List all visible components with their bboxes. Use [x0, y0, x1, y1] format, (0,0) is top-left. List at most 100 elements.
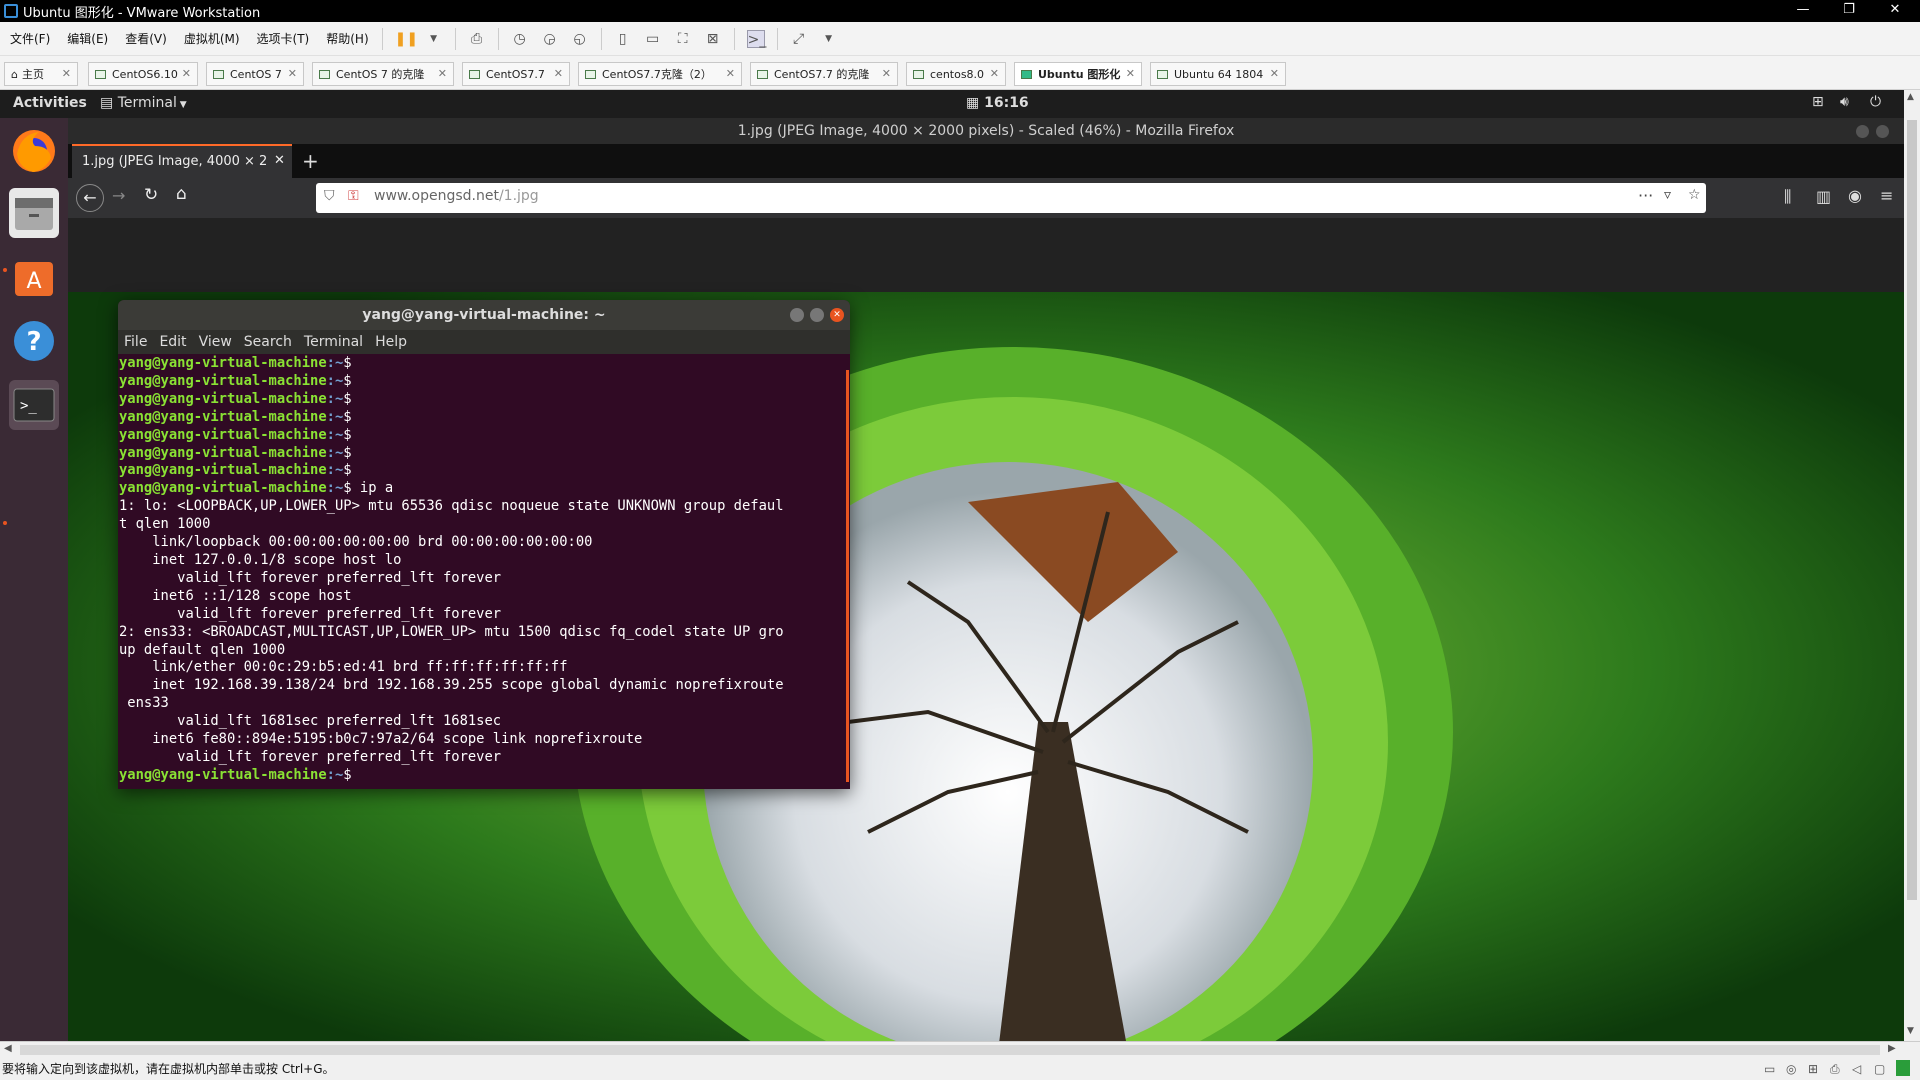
firefox-tab[interactable]: 1.jpg (JPEG Image, 4000 × 2 ✕ — [72, 144, 292, 178]
tab-vm-centos77[interactable]: CentOS7.7 ✕ — [462, 62, 570, 86]
bookmark-star-icon[interactable]: ☆ — [1688, 187, 1701, 203]
terminal-menu-file[interactable]: File — [124, 334, 147, 350]
sidebar-icon[interactable]: ▥ — [1816, 187, 1831, 206]
revert-snapshot-icon[interactable]: ◶ — [541, 30, 559, 48]
fullscreen-icon[interactable]: ⛶ — [674, 30, 692, 48]
prompt-path: :~ — [326, 355, 344, 371]
dropdown-arrow-icon[interactable]: ▼ — [820, 30, 838, 48]
scroll-left-icon[interactable]: ◀ — [4, 1043, 12, 1054]
send-keys-icon[interactable]: ⎙ — [468, 30, 486, 48]
terminal-menu-help[interactable]: Help — [375, 334, 407, 350]
terminal-close-button[interactable]: ✕ — [830, 308, 844, 322]
tab-vm-centos7[interactable]: CentOS 7 ✕ — [206, 62, 304, 86]
terminal-menu-view[interactable]: View — [199, 334, 232, 350]
pause-icon[interactable]: ❚❚ — [395, 30, 418, 48]
device-printer-icon[interactable]: ⎙ — [1830, 1058, 1840, 1080]
terminal-menu-search[interactable]: Search — [244, 334, 292, 350]
new-tab-icon[interactable]: + — [302, 149, 319, 173]
software-launcher[interactable]: A — [9, 252, 59, 302]
vertical-scrollbar[interactable]: ▲ ▼ — [1904, 90, 1920, 1041]
menu-edit[interactable]: 编辑(E) — [57, 30, 115, 47]
horizontal-scrollbar[interactable]: ◀ ▶ — [0, 1041, 1920, 1058]
volume-icon[interactable]: 🔊︎ — [1840, 94, 1849, 110]
scroll-up-icon[interactable]: ▲ — [1907, 92, 1914, 102]
tab-home[interactable]: ⌂ 主页 ✕ — [4, 62, 78, 86]
hamburger-menu-icon[interactable]: ≡ — [1880, 186, 1893, 205]
library-icon[interactable]: ⫼ — [1784, 187, 1791, 207]
close-icon[interactable]: ✕ — [288, 67, 297, 80]
scroll-down-icon[interactable]: ▼ — [1907, 1026, 1914, 1036]
menu-tabs[interactable]: 选项卡(T) — [247, 30, 317, 47]
device-hdd-icon[interactable]: ▭ — [1764, 1058, 1775, 1080]
tab-vm-centos77-clone[interactable]: CentOS7.7 的克隆 ✕ — [750, 62, 898, 86]
prompt-user: yang@yang-virtual-machine — [119, 390, 327, 407]
window-minimize-button[interactable] — [1856, 125, 1869, 138]
close-icon[interactable]: ✕ — [1126, 67, 1135, 80]
app-menu-terminal[interactable]: ▤ Terminal ▼ — [100, 95, 187, 111]
menu-help[interactable]: 帮助(H) — [316, 30, 375, 47]
terminal-output[interactable]: yang@yang-virtual-machine:~$ yang@yang-vi… — [118, 354, 850, 789]
minimize-button[interactable]: — — [1780, 0, 1826, 22]
close-icon[interactable]: ✕ — [990, 67, 999, 80]
terminal-menu-terminal[interactable]: Terminal — [304, 334, 363, 350]
tab-vm-centos610[interactable]: CentOS6.10 ✕ — [88, 62, 198, 86]
terminal-window[interactable]: yang@yang-virtual-machine: ~ ✕ File Edit… — [118, 300, 850, 789]
files-launcher[interactable] — [9, 188, 59, 238]
account-icon[interactable]: ◉ — [1848, 186, 1862, 205]
pocket-icon[interactable]: ▿ — [1664, 187, 1671, 203]
scroll-thumb[interactable] — [20, 1045, 1880, 1055]
tab-vm-ubuntu-graphical[interactable]: Ubuntu 图形化 ✕ — [1014, 62, 1142, 86]
close-icon[interactable]: ✕ — [1270, 67, 1279, 80]
terminal-small-icon: ▤ — [100, 95, 118, 111]
device-network-icon[interactable]: ⊞ — [1808, 1058, 1818, 1080]
terminal-launcher[interactable]: >_ — [9, 380, 59, 430]
library-view-icon[interactable]: ▯ — [614, 30, 632, 48]
tab-vm-centos7-clone[interactable]: CentOS 7 的克隆 ✕ — [312, 62, 454, 86]
forward-icon[interactable]: → — [112, 186, 125, 205]
url-bar[interactable]: ⛉ ⚿ www.opengsd.net/1.jpg ··· ▿ ☆ — [316, 183, 1706, 213]
restore-button[interactable]: ❐ — [1826, 0, 1872, 22]
thumbnail-view-icon[interactable]: ▭ — [644, 30, 662, 48]
close-icon[interactable]: ✕ — [438, 67, 447, 80]
close-icon[interactable]: ✕ — [182, 67, 191, 80]
power-icon[interactable]: ⏻ — [1870, 94, 1881, 110]
scroll-thumb[interactable] — [1907, 120, 1917, 900]
firefox-launcher[interactable] — [9, 126, 59, 176]
terminal-scrollbar[interactable] — [846, 370, 849, 782]
page-actions-icon[interactable]: ··· — [1638, 186, 1653, 205]
scroll-right-icon[interactable]: ▶ — [1888, 1043, 1896, 1054]
dropdown-arrow-icon[interactable]: ▼ — [425, 30, 443, 48]
tab-vm-centos80[interactable]: centos8.0 ✕ — [906, 62, 1006, 86]
snapshot-manager-icon[interactable]: ◵ — [571, 30, 589, 48]
terminal-minimize-button[interactable] — [790, 308, 804, 322]
device-cd-icon[interactable]: ◎ — [1786, 1058, 1796, 1080]
close-icon[interactable]: ✕ — [882, 67, 891, 80]
menu-file[interactable]: 文件(F) — [0, 30, 57, 47]
clock[interactable]: ▦ 16:16 — [966, 95, 1029, 111]
network-icon[interactable]: ⊞ — [1812, 94, 1824, 110]
close-icon[interactable]: ✕ — [554, 67, 563, 80]
help-launcher[interactable]: ? — [9, 316, 59, 366]
close-button[interactable]: ✕ — [1872, 0, 1918, 22]
close-icon[interactable]: ✕ — [726, 67, 735, 80]
device-sound-icon[interactable]: ◁ — [1852, 1058, 1861, 1080]
terminal-menu-edit[interactable]: Edit — [159, 334, 186, 350]
activities-button[interactable]: Activities — [13, 95, 87, 111]
snapshot-icon[interactable]: ◷ — [511, 30, 529, 48]
reload-icon[interactable]: ↻ — [144, 185, 158, 205]
console-view-icon[interactable]: >_ — [746, 29, 766, 48]
tab-vm-ubuntu64[interactable]: Ubuntu 64 1804 ✕ — [1150, 62, 1286, 86]
terminal-maximize-button[interactable] — [810, 308, 824, 322]
close-tab-icon[interactable]: ✕ — [274, 153, 285, 168]
tab-vm-centos77-clone2[interactable]: CentOS7.7克隆（2） ✕ — [578, 62, 742, 86]
unity-icon[interactable]: ⊠ — [704, 30, 722, 48]
stretch-icon[interactable]: ⤢ — [790, 30, 808, 48]
device-display-icon[interactable]: ▢ — [1874, 1058, 1885, 1080]
menu-vm[interactable]: 虚拟机(M) — [174, 30, 247, 47]
close-icon[interactable]: ✕ — [62, 67, 71, 80]
home-icon[interactable]: ⌂ — [176, 184, 187, 204]
message-log-icon[interactable] — [1896, 1060, 1910, 1076]
window-maximize-button[interactable] — [1876, 125, 1889, 138]
back-icon[interactable]: ← — [76, 184, 104, 212]
menu-view[interactable]: 查看(V) — [115, 30, 174, 47]
